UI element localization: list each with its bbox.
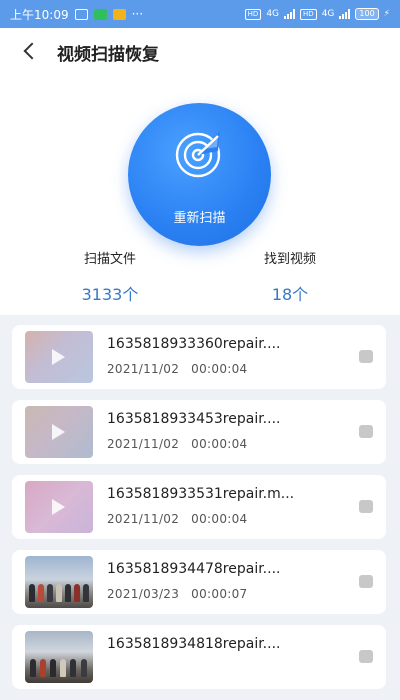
play-icon bbox=[52, 424, 65, 440]
video-name: 1635818933360repair.... bbox=[107, 336, 281, 352]
network-label-2: 4G bbox=[321, 9, 335, 19]
rescan-button[interactable]: 重新扫描 bbox=[128, 103, 271, 246]
video-duration: 00:00:04 bbox=[191, 362, 248, 376]
chevron-left-icon bbox=[23, 42, 41, 60]
found-videos-value: 18个 bbox=[271, 285, 309, 304]
video-meta: 2021/11/02 00:00:04 bbox=[107, 362, 247, 376]
radar-icon bbox=[175, 131, 221, 178]
video-duration: 00:00:04 bbox=[191, 437, 248, 451]
thumbnail-people bbox=[25, 653, 93, 677]
video-name: 1635818934478repair.... bbox=[107, 561, 281, 577]
select-checkbox[interactable] bbox=[359, 350, 373, 363]
video-duration: 00:00:07 bbox=[191, 587, 248, 601]
scan-header: 视频扫描恢复 重新扫描 扫描文件 3133个 找到视频 18个 bbox=[0, 28, 400, 315]
video-meta: 2021/03/23 00:00:07 bbox=[107, 587, 247, 601]
scanned-files-label: 扫描文件 bbox=[83, 252, 136, 267]
video-meta: 2021/11/02 00:00:04 bbox=[107, 437, 247, 451]
video-item[interactable]: 1635818933453repair.... 2021/11/02 00:00:… bbox=[12, 400, 386, 464]
status-bar: 上午10:09 ··· HD 4G HD 4G 100 ⚡ bbox=[0, 0, 400, 28]
app-notification-icon bbox=[93, 8, 107, 20]
video-date: 2021/11/02 bbox=[107, 437, 180, 451]
network-label: 4G bbox=[266, 9, 280, 19]
charging-icon: ⚡ bbox=[383, 9, 390, 19]
hd-badge-2: HD bbox=[300, 8, 317, 20]
video-list: 1635818933360repair.... 2021/11/02 00:00:… bbox=[12, 325, 386, 700]
thumbnail-people bbox=[25, 578, 93, 602]
video-date: 2021/03/23 bbox=[107, 587, 180, 601]
signal-icon-2 bbox=[339, 9, 351, 19]
alarm-off-icon bbox=[74, 8, 88, 20]
video-date: 2021/11/02 bbox=[107, 362, 180, 376]
video-meta: 2021/11/02 00:00:04 bbox=[107, 512, 247, 526]
more-notifications-icon: ··· bbox=[131, 7, 144, 21]
video-name: 1635818933531repair.m... bbox=[107, 486, 295, 502]
back-button[interactable] bbox=[18, 40, 41, 62]
battery-icon: 100 bbox=[355, 8, 379, 20]
video-thumbnail bbox=[25, 481, 93, 533]
status-time: 上午10:09 bbox=[10, 7, 69, 22]
video-item[interactable]: 1635818933531repair.m... 2021/11/02 00:00… bbox=[12, 475, 386, 539]
hd-badge: HD bbox=[244, 8, 262, 20]
video-duration: 00:00:04 bbox=[191, 512, 248, 526]
scanned-files-value: 3133个 bbox=[81, 285, 139, 304]
video-date: 2021/11/02 bbox=[107, 512, 180, 526]
page-title: 视频扫描恢复 bbox=[57, 45, 159, 65]
select-checkbox[interactable] bbox=[359, 575, 373, 588]
select-checkbox[interactable] bbox=[359, 650, 373, 663]
message-notification-icon bbox=[112, 8, 126, 20]
play-icon bbox=[52, 499, 65, 515]
video-thumbnail bbox=[25, 406, 93, 458]
video-thumbnail bbox=[25, 631, 93, 683]
video-meta bbox=[107, 662, 119, 676]
select-checkbox[interactable] bbox=[359, 500, 373, 513]
scanned-files-stat: 扫描文件 3133个 bbox=[40, 248, 180, 305]
rescan-button-label: 重新扫描 bbox=[173, 211, 226, 226]
select-checkbox[interactable] bbox=[359, 425, 373, 438]
video-item[interactable]: 1635818934478repair.... 2021/03/23 00:00:… bbox=[12, 550, 386, 614]
found-videos-stat: 找到视频 18个 bbox=[220, 248, 360, 305]
found-videos-label: 找到视频 bbox=[263, 252, 316, 267]
video-item[interactable]: 1635818933360repair.... 2021/11/02 00:00:… bbox=[12, 325, 386, 389]
video-thumbnail bbox=[25, 331, 93, 383]
video-name: 1635818933453repair.... bbox=[107, 411, 281, 427]
signal-icon bbox=[284, 9, 296, 19]
video-thumbnail bbox=[25, 556, 93, 608]
video-item[interactable]: 1635818934818repair.... bbox=[12, 625, 386, 689]
video-name: 1635818934818repair.... bbox=[107, 636, 281, 652]
play-icon bbox=[52, 349, 65, 365]
